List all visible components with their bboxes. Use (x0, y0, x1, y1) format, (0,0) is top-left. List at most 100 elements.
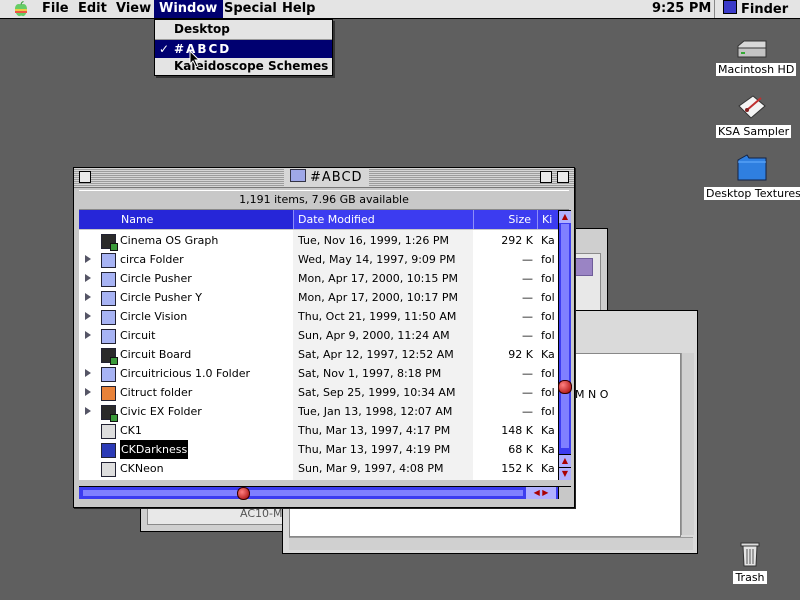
list-item[interactable]: Cinema OS Graph Tue, Nov 16, 1999, 1:26 P… (79, 231, 558, 251)
resize-handle[interactable] (558, 486, 571, 499)
background-window-2-vscroll[interactable] (681, 353, 694, 535)
file-icon[interactable] (101, 424, 116, 439)
column-header-date[interactable]: Date Modified (293, 210, 473, 229)
collapse-box[interactable] (557, 171, 569, 183)
ksa-sampler-icon[interactable]: KSA Sampler (716, 92, 792, 138)
item-date-modified: Mon, Apr 17, 2000, 10:17 PM (298, 291, 459, 304)
scroll-up-arrow-bottom[interactable]: ▲ (559, 454, 571, 467)
list-item[interactable]: Circuit Sun, Apr 9, 2000, 11:24 AM — fol (79, 326, 558, 345)
scroll-track[interactable] (561, 224, 569, 448)
item-name[interactable]: Circle Pusher (120, 269, 192, 288)
menu-clock[interactable]: 9:25 PM (652, 0, 711, 18)
item-name[interactable]: Citruct folder (120, 383, 192, 402)
item-name[interactable]: Circuit Board (120, 345, 191, 364)
apple-menu-icon[interactable] (12, 1, 30, 18)
disclosure-triangle-icon[interactable] (85, 312, 91, 320)
list-item[interactable]: Circle Pusher Y Mon, Apr 17, 2000, 10:17 … (79, 288, 558, 307)
file-icon[interactable] (101, 348, 118, 365)
item-name[interactable]: Circle Vision (120, 307, 187, 326)
item-size: 92 K (508, 348, 533, 361)
scroll-down-arrow[interactable]: ▼ (559, 467, 571, 480)
item-name[interactable]: CKNeon (120, 459, 164, 478)
background-window-2-hscroll[interactable] (289, 537, 693, 550)
list-item[interactable]: Civic EX Folder Tue, Jan 13, 1998, 12:07 … (79, 402, 558, 422)
folder-icon[interactable] (101, 291, 116, 306)
column-header-name[interactable]: Name (79, 210, 293, 229)
window-titlebar[interactable]: #ABCD (74, 168, 574, 188)
item-name[interactable]: Circuitricious 1.0 Folder (120, 364, 250, 383)
list-item[interactable]: circa Folder Wed, May 14, 1997, 9:09 PM — f… (79, 250, 558, 269)
menu-item-kaleidoscope-schemes[interactable]: Kaleidoscope Schemes (155, 57, 332, 75)
file-list[interactable]: Cinema OS Graph Tue, Nov 16, 1999, 1:26 P… (79, 230, 558, 480)
item-size: — (522, 386, 533, 399)
hscroll-arrows[interactable]: ◀ ▶ (526, 487, 556, 499)
disclosure-triangle-icon[interactable] (85, 293, 91, 301)
list-item[interactable]: Circle Pusher Mon, Apr 17, 2000, 10:15 PM… (79, 269, 558, 288)
menu-edit[interactable]: Edit (72, 0, 113, 18)
folder-icon[interactable] (101, 310, 116, 325)
item-name[interactable]: Cinema OS Graph (120, 231, 218, 250)
horizontal-scrollbar[interactable]: ◀ ▶ (79, 486, 558, 500)
folder-icon[interactable] (101, 272, 116, 287)
file-icon[interactable] (101, 443, 116, 458)
file-icon[interactable] (101, 462, 116, 477)
window-title: #ABCD (284, 169, 369, 186)
application-menu[interactable]: Finder (714, 0, 800, 18)
list-item[interactable]: Circle Vision Thu, Oct 21, 1999, 11:50 AM… (79, 307, 558, 326)
item-kind: fol (541, 329, 555, 342)
menu-file[interactable]: File (36, 0, 75, 18)
item-name[interactable]: CKDarkness (120, 440, 189, 459)
folder-icon[interactable] (101, 386, 116, 401)
folder-icon[interactable] (101, 367, 116, 382)
menu-item-desktop[interactable]: Desktop (155, 20, 332, 38)
folder-icon[interactable] (101, 329, 116, 344)
folder-icon[interactable] (101, 405, 118, 422)
column-header-kind[interactable]: Ki (537, 210, 558, 229)
folder-icon[interactable] (101, 253, 116, 268)
menu-view[interactable]: View (110, 0, 157, 18)
item-kind: fol (541, 367, 555, 380)
menu-help[interactable]: Help (276, 0, 321, 18)
item-kind: fol (541, 405, 555, 418)
item-name[interactable]: Circuit (120, 326, 155, 345)
scroll-thumb[interactable] (558, 380, 572, 394)
hscroll-track[interactable] (83, 490, 523, 496)
item-name[interactable]: circa Folder (120, 250, 184, 269)
item-date-modified: Sat, Sep 25, 1999, 10:34 AM (298, 386, 456, 399)
item-date-modified: Sat, Apr 12, 1997, 12:52 AM (298, 348, 454, 361)
list-item[interactable]: Citruct folder Sat, Sep 25, 1999, 10:34 A… (79, 383, 558, 402)
zoom-box[interactable] (540, 171, 552, 183)
item-name[interactable]: CK1 (120, 421, 142, 440)
disclosure-triangle-icon[interactable] (85, 407, 91, 415)
desktop-textures-icon[interactable]: Desktop Textures (704, 152, 800, 200)
trash-icon[interactable]: Trash (730, 540, 770, 584)
disclosure-triangle-icon[interactable] (85, 331, 91, 339)
macintosh-hd-icon[interactable]: Macintosh HD (716, 40, 797, 76)
background-item-icon[interactable] (575, 258, 593, 276)
checkmark-icon: ✓ (159, 42, 170, 56)
disclosure-triangle-icon[interactable] (85, 255, 91, 263)
list-item[interactable]: Circuitricious 1.0 Folder Sat, Nov 1, 199… (79, 364, 558, 383)
list-item[interactable]: CK1 Thu, Mar 13, 1997, 4:17 PM 148 K Ka (79, 421, 558, 440)
list-item[interactable]: Circuit Board Sat, Apr 12, 1997, 12:52 AM… (79, 345, 558, 365)
item-name[interactable]: Civic EX Folder (120, 402, 202, 421)
item-name[interactable]: Circle Pusher Y (120, 288, 202, 307)
hscroll-thumb[interactable] (237, 487, 250, 500)
vertical-scrollbar[interactable]: ▲ ▲ ▼ (558, 210, 572, 480)
item-size: — (522, 310, 533, 323)
folder-icon (737, 154, 767, 181)
list-item[interactable]: CKDarkness Thu, Mar 13, 1997, 4:19 PM 68 K… (79, 440, 558, 459)
disclosure-triangle-icon[interactable] (85, 388, 91, 396)
disclosure-triangle-icon[interactable] (85, 274, 91, 282)
window-menu-dropdown: Desktop ✓ #ABCD Kaleidoscope Schemes (154, 19, 333, 76)
menu-special[interactable]: Special (218, 0, 283, 18)
file-icon[interactable] (101, 234, 118, 251)
close-box[interactable] (79, 171, 91, 183)
menu-window[interactable]: Window (154, 0, 223, 18)
menu-item-abcd[interactable]: ✓ #ABCD (155, 40, 332, 58)
disclosure-triangle-icon[interactable] (85, 369, 91, 377)
finder-window[interactable]: #ABCD 1,191 items, 7.96 GB available Nam… (73, 167, 575, 508)
list-item[interactable]: CKNeon Sun, Mar 9, 1997, 4:08 PM 152 K Ka (79, 459, 558, 478)
scroll-up-arrow[interactable]: ▲ (559, 210, 571, 223)
column-header-size[interactable]: Size (473, 210, 537, 229)
